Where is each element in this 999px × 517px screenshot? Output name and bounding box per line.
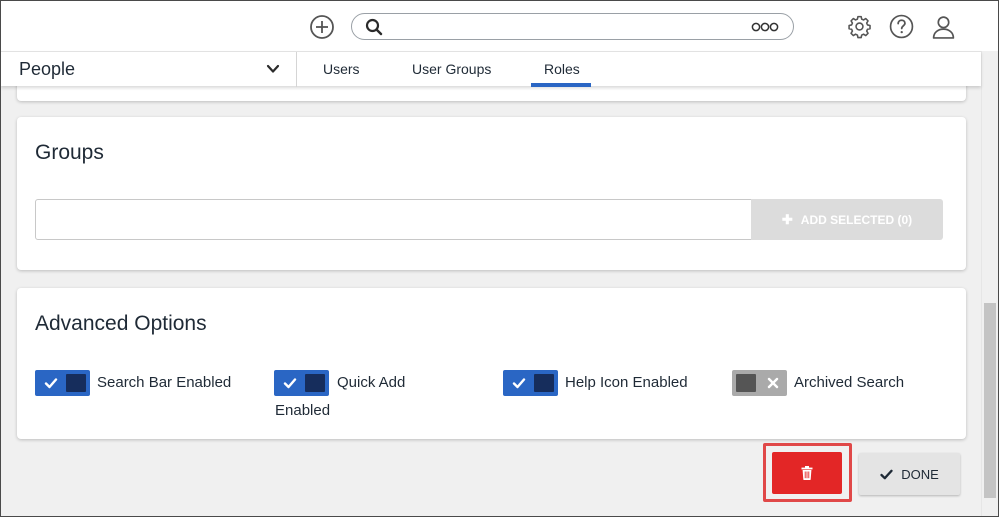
- toggle-knob: [736, 374, 756, 392]
- groups-input[interactable]: [35, 199, 753, 240]
- add-selected-label: ADD SELECTED (0): [800, 212, 913, 227]
- plus-circle-icon[interactable]: [309, 14, 335, 40]
- plus-icon: ✚: [781, 211, 793, 227]
- archived-search-label: Archived Search: [794, 374, 905, 391]
- done-label: DONE: [901, 466, 939, 482]
- help-icon[interactable]: [889, 14, 914, 39]
- advanced-options-card: Advanced Options Search Bar Enabled Quic…: [17, 288, 966, 439]
- active-tab-indicator: [531, 83, 591, 87]
- help-icon-label: Help Icon Enabled: [565, 374, 688, 391]
- check-icon: [880, 469, 893, 479]
- groups-title: Groups: [35, 141, 104, 164]
- archived-search-toggle[interactable]: [732, 370, 787, 396]
- quick-add-label: Quick Add: [337, 374, 406, 391]
- section-dropdown[interactable]: People: [1, 52, 297, 87]
- tab-users[interactable]: Users: [323, 61, 360, 77]
- toggle-knob: [66, 374, 86, 392]
- section-label: People: [19, 59, 76, 79]
- more-dots-icon[interactable]: [751, 22, 779, 32]
- done-button[interactable]: DONE: [859, 453, 960, 495]
- search-bar-toggle[interactable]: [35, 370, 90, 396]
- scrollbar-thumb[interactable]: [984, 303, 996, 498]
- gear-icon[interactable]: [847, 14, 872, 39]
- check-icon: [512, 378, 526, 389]
- toggle-knob: [534, 374, 554, 392]
- user-icon[interactable]: [931, 14, 956, 39]
- chevron-down-icon: [266, 64, 280, 73]
- nav-bar: People Users User Groups Roles: [1, 51, 981, 87]
- tab-user-groups[interactable]: User Groups: [412, 61, 491, 77]
- trash-icon: [801, 466, 813, 480]
- check-icon: [283, 378, 297, 389]
- help-icon-toggle[interactable]: [503, 370, 558, 396]
- quick-add-label-line2: Enabled: [275, 402, 331, 419]
- tab-roles[interactable]: Roles: [544, 61, 580, 77]
- search-bar-label: Search Bar Enabled: [97, 374, 232, 391]
- app-window: People Users User Groups Roles Groups ✚ …: [0, 0, 999, 517]
- check-icon: [44, 378, 58, 389]
- search-icon: [365, 18, 383, 36]
- groups-card: Groups ✚ ADD SELECTED (0): [17, 117, 966, 270]
- x-icon: [767, 377, 779, 389]
- toggle-knob: [305, 374, 325, 392]
- add-selected-button[interactable]: ✚ ADD SELECTED (0): [751, 199, 943, 240]
- quick-add-toggle[interactable]: [274, 370, 329, 396]
- advanced-options-title: Advanced Options: [35, 312, 207, 335]
- delete-button[interactable]: [772, 452, 842, 494]
- search-input[interactable]: [351, 13, 794, 40]
- top-header: [1, 1, 998, 51]
